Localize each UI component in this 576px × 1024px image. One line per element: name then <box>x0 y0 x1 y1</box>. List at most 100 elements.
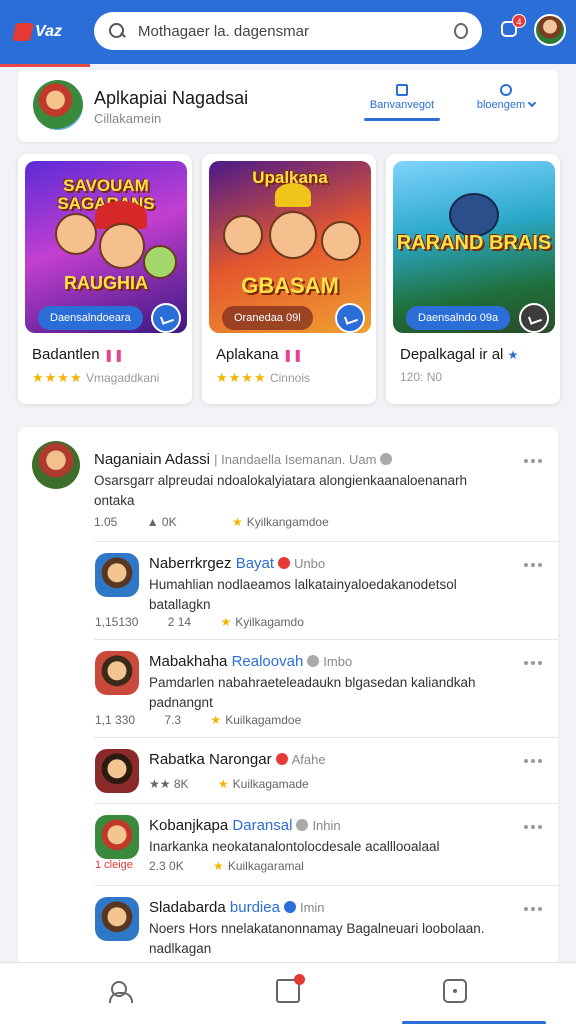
share-icon[interactable] <box>519 303 549 333</box>
logo-mark-icon <box>12 23 34 41</box>
game-name: Badantlen ❚❚ <box>32 346 124 363</box>
post-avatar[interactable] <box>32 441 80 489</box>
post-author: Sladabarda burdiea Imin <box>149 899 325 916</box>
post-author: Mabakhaha Realoovah Imbo <box>149 653 353 670</box>
more-options-icon[interactable] <box>524 825 542 829</box>
tab-active[interactable]: Banvanvegot <box>364 84 440 121</box>
more-options-icon[interactable] <box>524 759 542 763</box>
game-action-button[interactable]: Oranedaa 09l <box>222 306 313 330</box>
activity-feed: Naganiain Adassi | Inandaella Isemanan. … <box>18 427 558 967</box>
header-avatar[interactable] <box>33 80 83 130</box>
tag-icon: ❚❚ <box>282 348 303 362</box>
bottom-navigation <box>0 962 576 1024</box>
more-options-icon[interactable] <box>524 661 542 665</box>
profile-avatar[interactable] <box>534 14 566 46</box>
verified-icon <box>278 557 291 569</box>
status-icon <box>307 655 320 667</box>
accent-line <box>0 64 90 67</box>
post-stats: 1.05 ▲ 0K ★ Kyilkangamdoe <box>94 515 329 529</box>
game-rating: ★★★★ Cinnois <box>216 370 310 385</box>
post-stats: 2.3 0K ★ Kuilkagaramal <box>149 859 304 873</box>
post-author: Kobanjkapa Daransal Inhin <box>149 817 341 834</box>
logo-text: Vaz <box>35 23 62 40</box>
game-thumb-title: RARAND BRAIS <box>396 232 552 254</box>
post-text: Noers Hors nnelakatanonnamay Bagalneuari… <box>149 921 485 956</box>
post-stats: 1,1 330 7.3 ★ Kuilkagamdoe <box>95 713 302 727</box>
verified-icon <box>283 901 296 913</box>
game-name: Aplakana ❚❚ <box>216 346 303 363</box>
tab-dropdown[interactable]: bloengem <box>468 84 544 111</box>
game-thumb-subtitle: GBASAM <box>241 273 339 298</box>
game-rating: 120: N0 <box>400 370 443 384</box>
tab-active-label: Banvanvegot <box>369 99 435 111</box>
character-face <box>99 223 145 269</box>
share-icon[interactable] <box>151 303 181 333</box>
star-badge-icon: ★ <box>507 348 519 362</box>
tab-dropdown-label: bloengem <box>476 99 526 111</box>
avatar-label: 1 cleige <box>95 859 133 871</box>
character-robot <box>449 193 499 237</box>
search-icon <box>108 22 126 40</box>
notification-button[interactable]: 4 <box>498 14 526 40</box>
game-action-button[interactable]: Daensalndoeara <box>38 306 143 330</box>
post-text: Inarkanka neokatanalontolocdesale acalll… <box>149 839 440 854</box>
character-face <box>223 215 263 255</box>
game-rating: ★★★★ Vmagaddkani <box>32 370 160 385</box>
header-title: Aplkapiai Nagadsai <box>94 88 249 108</box>
profile-header-card: Aplkapiai Nagadsai Cillakamein Banvanveg… <box>18 70 558 142</box>
search-bar[interactable]: Mothagaer la. dagensmar <box>94 12 482 50</box>
post-avatar[interactable] <box>95 815 139 859</box>
post-text: Humahlian nodlaeamos lalkatainyaloedakan… <box>149 577 457 612</box>
share-icon[interactable] <box>335 303 365 333</box>
search-input[interactable]: Mothagaer la. dagensmar <box>138 23 454 40</box>
game-card[interactable]: Upalkana GBASAM Oranedaa 09l Aplakana ❚❚… <box>202 154 376 404</box>
game-name: Depalkagal ir al ★ <box>400 346 519 363</box>
tab-icon <box>500 84 512 96</box>
rating-stars: ★★★★ <box>216 370 267 385</box>
top-app-bar: Vaz Mothagaer la. dagensmar 4 <box>0 0 576 67</box>
game-thumb-subtitle: RAUGHIA <box>64 273 148 293</box>
nav-badge <box>294 974 305 985</box>
post-meta: | Inandaella Isemanan. Uam <box>214 452 377 467</box>
character-face <box>55 213 97 255</box>
character-crown <box>275 183 311 207</box>
post-author: Naberrkrgez Bayat Unbo <box>149 555 326 572</box>
post-avatar[interactable] <box>95 897 139 941</box>
post-stats: ★★ 8K ★ Kuilkagamade <box>149 777 309 791</box>
globe-icon <box>380 453 393 465</box>
divider <box>94 803 558 804</box>
verified-icon <box>275 753 288 765</box>
more-options-icon[interactable] <box>524 563 542 567</box>
post-stats: 1,15130 2 14 ★ Kyilkagamdo <box>95 615 304 629</box>
notification-badge: 4 <box>512 14 526 28</box>
add-post-icon[interactable] <box>276 974 305 1003</box>
status-icon <box>296 819 309 831</box>
microphone-icon[interactable] <box>454 23 468 39</box>
divider <box>94 737 558 738</box>
header-subtitle: Cillakamein <box>94 111 162 126</box>
divider <box>94 639 558 640</box>
post-avatar[interactable] <box>95 553 139 597</box>
post-text: Osarsgarr alpreudai ndoalokalyiatara alo… <box>94 473 468 508</box>
post-avatar[interactable] <box>95 749 139 793</box>
chevron-down-icon <box>527 98 537 108</box>
more-options-icon[interactable] <box>524 459 542 463</box>
post-text: Pamdarlen nabahraeteleadaukn blgasedan k… <box>149 675 476 710</box>
game-action-button[interactable]: Daensalndo 09a <box>406 306 511 330</box>
games-icon[interactable] <box>443 979 467 1003</box>
post-author: Rabatka Narongar Afahe <box>149 751 326 768</box>
tab-icon <box>396 84 408 96</box>
more-options-icon[interactable] <box>524 907 542 911</box>
post-author: Naganiain Adassi | Inandaella Isemanan. … <box>94 451 396 468</box>
divider <box>94 541 558 542</box>
character-face <box>321 221 361 261</box>
game-card[interactable]: RARAND BRAIS Daensalndo 09a Depalkagal i… <box>386 154 560 404</box>
rating-stars: ★★★★ <box>32 370 83 385</box>
game-card[interactable]: SAVOUAM SAGARANS RAUGHIA Daensalndoeara … <box>18 154 192 404</box>
tag-icon: ❚❚ <box>103 348 124 362</box>
divider <box>94 885 558 886</box>
friends-icon[interactable] <box>108 979 133 1003</box>
character-face <box>269 211 317 259</box>
post-avatar[interactable] <box>95 651 139 695</box>
app-logo[interactable]: Vaz <box>12 18 68 46</box>
